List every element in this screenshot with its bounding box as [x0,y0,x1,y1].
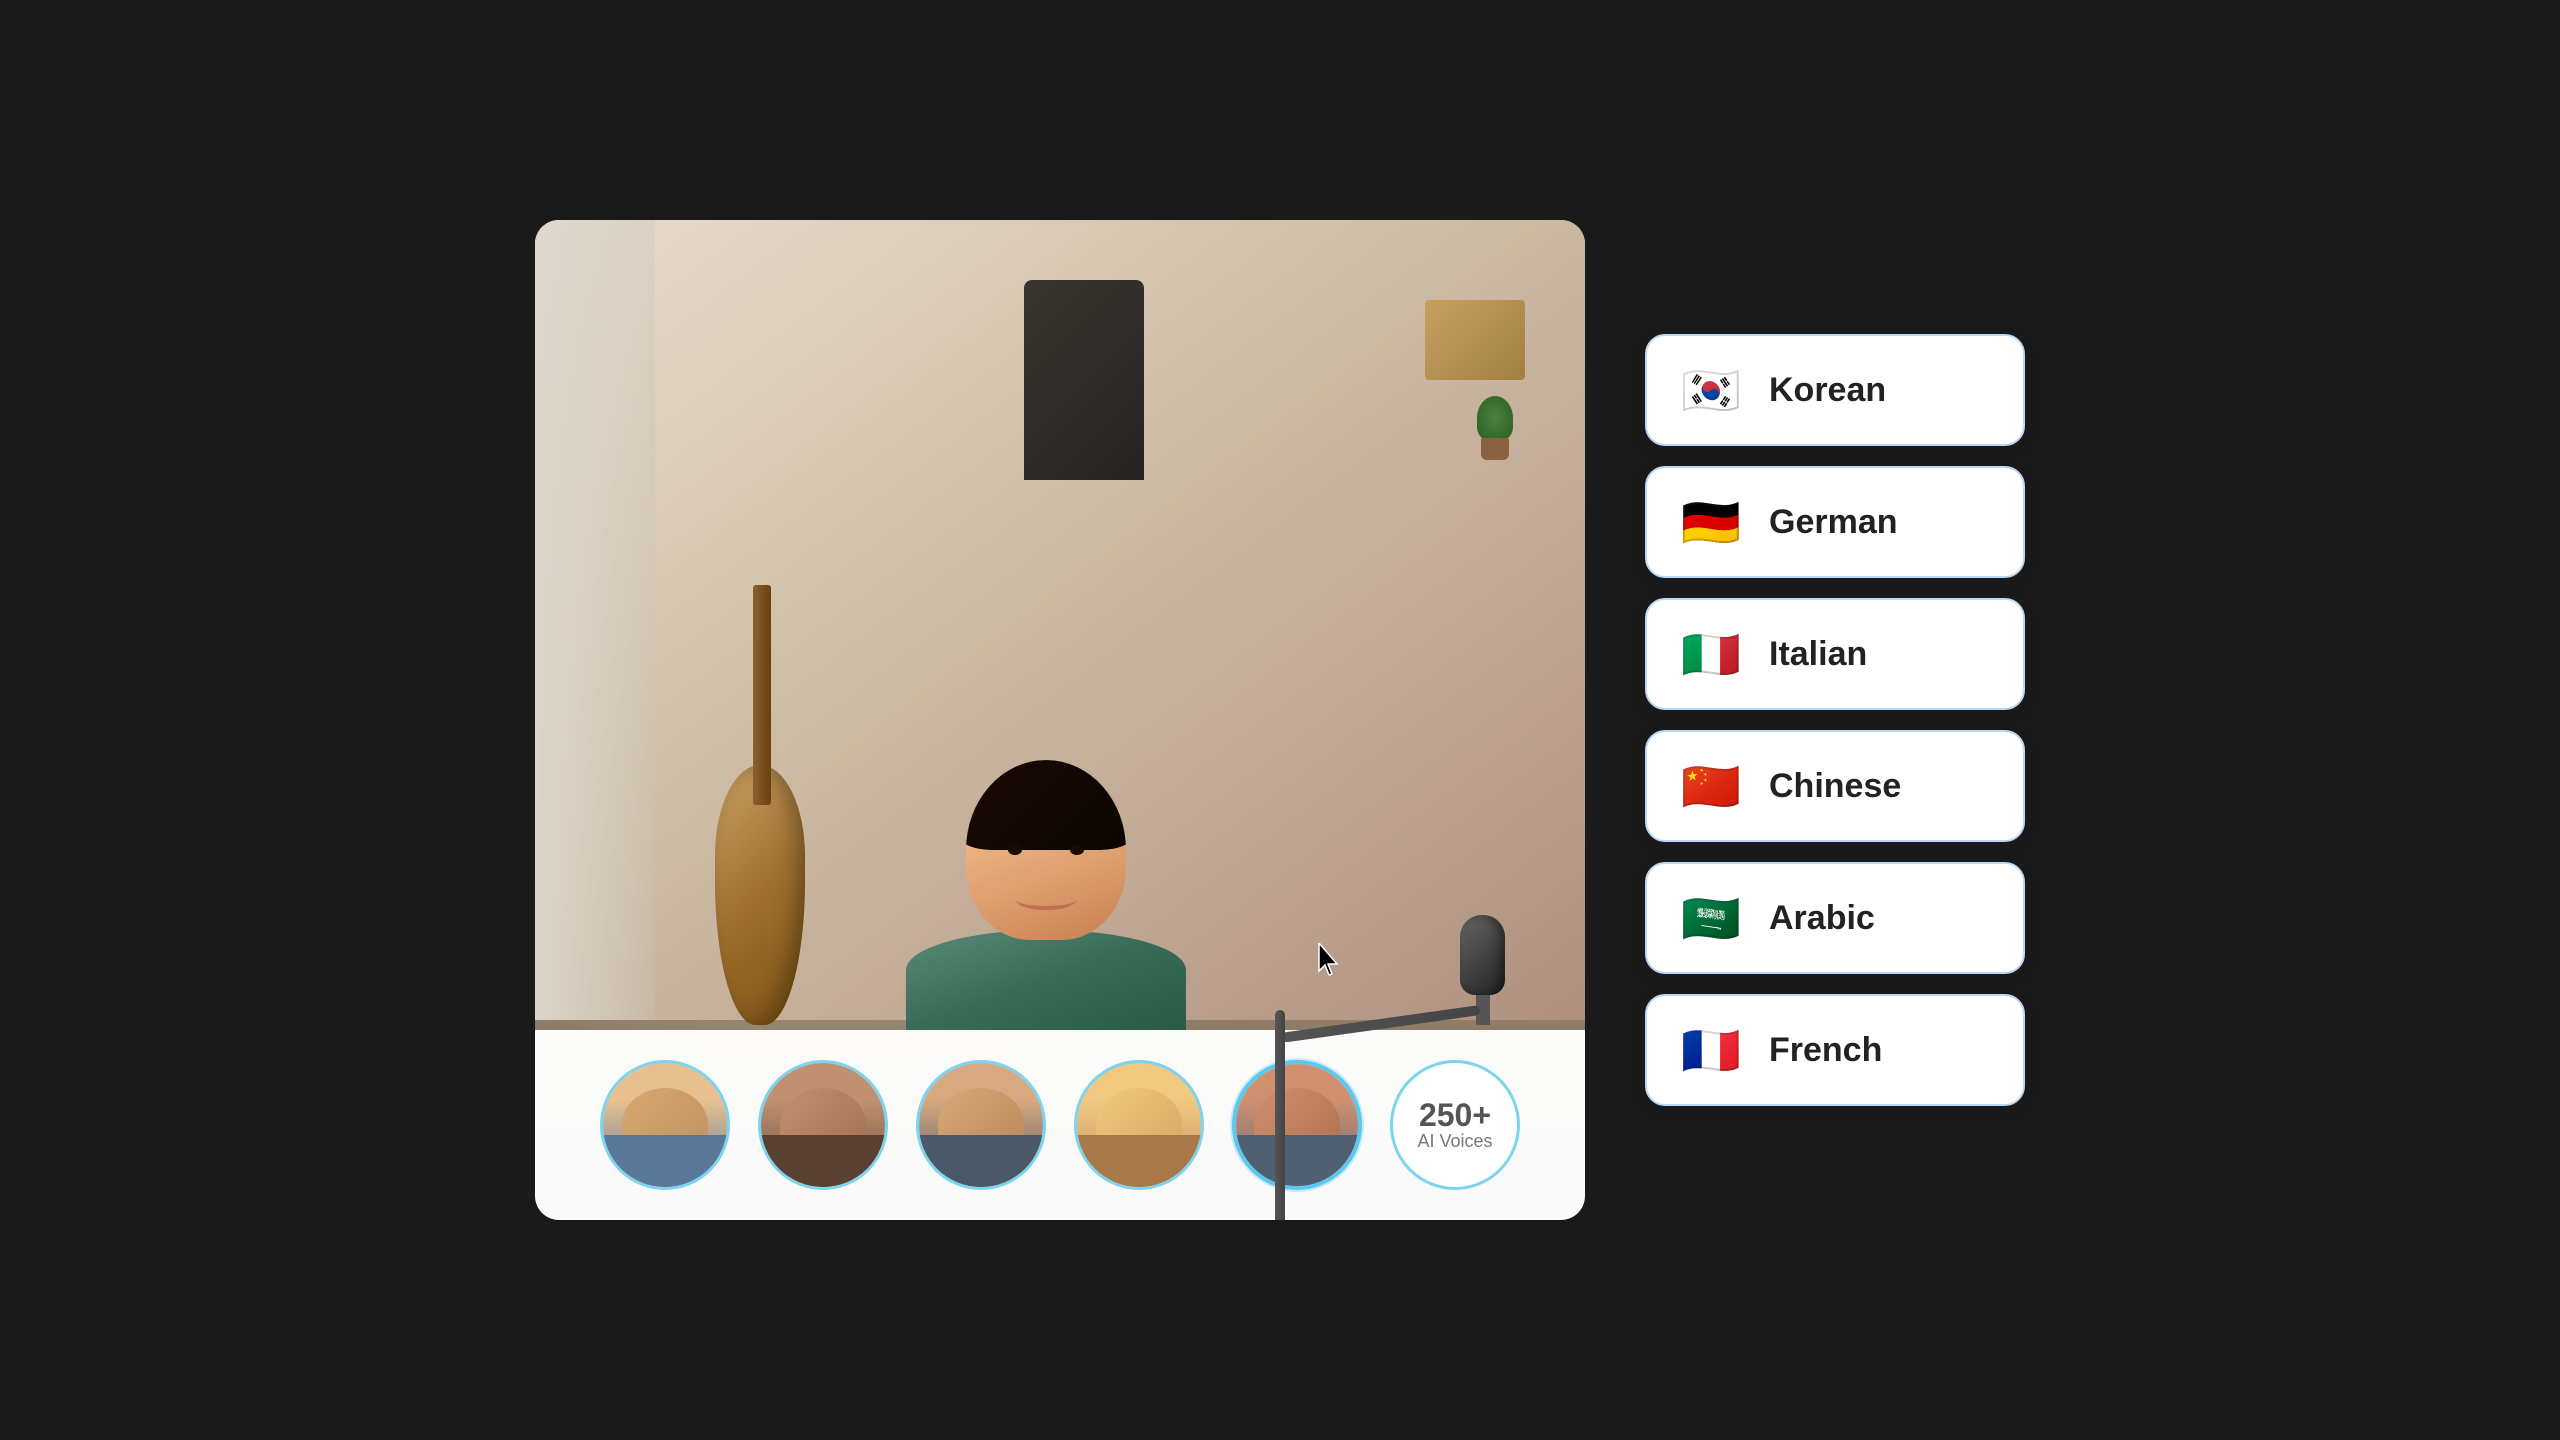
voice-avatar-4[interactable] [1074,1060,1204,1190]
korean-flag: 🇰🇷 [1675,354,1747,426]
person-figure [906,760,1186,1030]
avatar-face-5 [1236,1064,1358,1186]
person-hair [966,760,1126,850]
plant-leaf [1477,396,1513,440]
chinese-flag: 🇨🇳 [1675,750,1747,822]
avatar-face-1 [603,1063,727,1187]
language-name-arabic: Arabic [1769,899,1875,938]
language-name-italian: Italian [1769,635,1867,674]
plant-pot [1481,438,1509,460]
person-eye-left [1008,845,1022,855]
language-card-chinese[interactable]: 🇨🇳 Chinese [1645,730,2025,842]
voice-avatar-1[interactable] [600,1060,730,1190]
language-card-arabic[interactable]: 🇸🇦 Arabic [1645,862,2025,974]
main-container: 250+ AI Voices 🇰🇷 Korean 🇩🇪 German 🇮🇹 It… [0,0,2560,1440]
avatar-face-4 [1077,1063,1201,1187]
language-name-korean: Korean [1769,371,1886,410]
microphone [1460,915,1505,1025]
language-card-german[interactable]: 🇩🇪 German [1645,466,2025,578]
language-card-italian[interactable]: 🇮🇹 Italian [1645,598,2025,710]
voice-count-label: AI Voices [1417,1131,1492,1152]
voices-bar: 250+ AI Voices [535,1030,1585,1220]
voice-avatar-3[interactable] [916,1060,1046,1190]
mic-vertical-stand [1275,1010,1285,1220]
voice-count-badge[interactable]: 250+ AI Voices [1390,1060,1520,1190]
language-panel: 🇰🇷 Korean 🇩🇪 German 🇮🇹 Italian 🇨🇳 Chines… [1645,334,2025,1106]
voice-count-number: 250+ [1419,1099,1491,1131]
shelf-plant [1475,400,1515,460]
scene-curtain [535,220,655,1020]
language-name-french: French [1769,1031,1882,1070]
scene-chair [1024,280,1144,480]
language-name-chinese: Chinese [1769,767,1901,806]
person-head [966,760,1126,940]
video-panel: 250+ AI Voices [535,220,1585,1220]
language-card-french[interactable]: 🇫🇷 French [1645,994,2025,1106]
italian-flag: 🇮🇹 [1675,618,1747,690]
french-flag: 🇫🇷 [1675,1014,1747,1086]
avatar-face-2 [761,1063,885,1187]
language-card-korean[interactable]: 🇰🇷 Korean [1645,334,2025,446]
arabic-flag: 🇸🇦 [1675,882,1747,954]
german-flag: 🇩🇪 [1675,486,1747,558]
scene-shelf [1345,300,1525,460]
person-eye-right [1070,845,1084,855]
shelf-decoration [1425,300,1525,380]
voice-avatar-5[interactable] [1232,1060,1362,1190]
voice-avatar-2[interactable] [758,1060,888,1190]
mic-head [1460,915,1505,995]
language-name-german: German [1769,503,1898,542]
guitar-neck [753,585,771,805]
avatar-face-3 [919,1063,1043,1187]
person-shoulders [906,930,1186,1030]
guitar [715,765,805,1025]
person-smile [1016,890,1076,910]
